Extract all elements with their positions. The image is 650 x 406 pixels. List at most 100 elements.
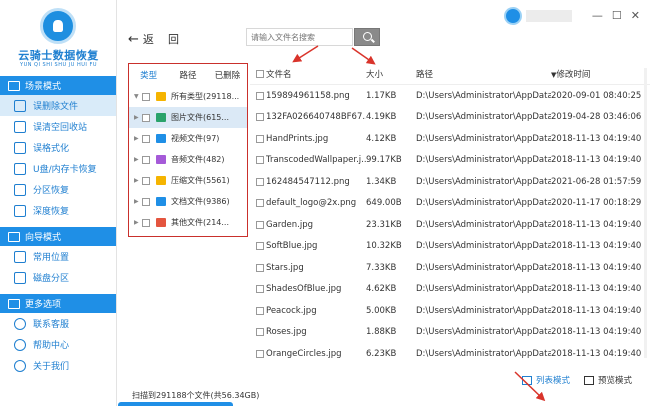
minimize-icon[interactable]: —	[592, 9, 603, 22]
row-checkbox[interactable]	[256, 199, 264, 208]
file-name: 132FA026640748BF67...	[266, 112, 366, 123]
sidebar-item-recycle-bin[interactable]: 误清空回收站	[0, 116, 116, 137]
sidebar-item-help-center[interactable]: 帮助中心	[0, 334, 116, 355]
file-list-header: 文件名 大小 路径 ▼修改时间	[250, 63, 650, 85]
sidebar-item-partition[interactable]: 分区恢复	[0, 179, 116, 200]
table-row[interactable]: 132FA026640748BF67... 4.19KB D:\Users\Admi…	[250, 107, 650, 129]
file-size: 7.33KB	[366, 262, 397, 273]
column-header-path[interactable]: 路径	[416, 68, 551, 80]
category-checkbox[interactable]	[142, 176, 150, 185]
other-files-icon	[156, 218, 166, 227]
preview-view-button[interactable]: 预览模式	[584, 374, 632, 386]
row-checkbox[interactable]	[256, 220, 264, 229]
table-row[interactable]: GreenBubbles.jpg6.36KBD:\Users\Administr…	[250, 365, 650, 370]
table-row[interactable]: 162484547112.png 1.34KB D:\Users\Administr…	[250, 171, 650, 193]
tab-deleted[interactable]: 已删除	[208, 69, 247, 81]
category-checkbox[interactable]	[142, 92, 150, 101]
category-checkbox[interactable]	[142, 113, 150, 122]
table-row[interactable]: Stars.jpg 7.33KB D:\Users\Administrator\Ap…	[250, 257, 650, 279]
row-checkbox[interactable]	[256, 263, 264, 272]
category-item[interactable]: ▶ 视频文件(97)	[129, 128, 247, 149]
file-size: 4.19KB	[366, 112, 397, 123]
file-name: Roses.jpg	[266, 327, 307, 338]
row-checkbox[interactable]	[256, 328, 264, 337]
table-row[interactable]: Roses.jpg 1.88KB D:\Users\Administrator\Ap…	[250, 322, 650, 344]
user-avatar-icon[interactable]	[504, 7, 522, 25]
sidebar-item-about-us[interactable]: 关于我们	[0, 355, 116, 376]
expand-icon[interactable]: ▶	[134, 114, 142, 121]
row-checkbox[interactable]	[256, 113, 264, 122]
row-checkbox[interactable]	[256, 242, 264, 251]
column-header-name[interactable]: 文件名	[266, 68, 366, 80]
row-checkbox[interactable]	[256, 91, 264, 100]
category-item[interactable]: ▶ 音频文件(482)	[129, 149, 247, 170]
file-path: D:\Users\Administrator\AppData...	[416, 112, 551, 123]
category-label: 视频文件(97)	[171, 134, 220, 143]
sidebar-item-disk-partition[interactable]: 磁盘分区	[0, 267, 116, 288]
tab-path[interactable]: 路径	[168, 69, 207, 81]
expand-icon[interactable]: ▶	[134, 198, 142, 205]
category-checkbox[interactable]	[142, 197, 150, 206]
category-item[interactable]: ▶ 图片文件(615...	[129, 107, 247, 128]
category-checkbox[interactable]	[142, 134, 150, 143]
column-header-time[interactable]: ▼修改时间	[551, 68, 650, 80]
sidebar-item-common-locations[interactable]: 常用位置	[0, 246, 116, 267]
row-checkbox[interactable]	[256, 306, 264, 315]
scrollbar[interactable]	[644, 68, 647, 358]
table-row[interactable]: 159894961158.png 1.17KB D:\Users\Administr…	[250, 85, 650, 107]
file-size: 5.00KB	[366, 305, 397, 316]
close-icon[interactable]: ✕	[631, 9, 640, 22]
category-item[interactable]: ▼ 所有类型(29118...	[129, 86, 247, 107]
column-header-size[interactable]: 大小	[366, 68, 416, 80]
list-view-button[interactable]: 列表模式	[522, 374, 570, 386]
recycle-bin-icon	[14, 120, 26, 133]
search-icon[interactable]	[354, 28, 380, 46]
category-item[interactable]: ▶ 文档文件(9386)	[129, 191, 247, 212]
table-row[interactable]: Peacock.jpg 5.00KB D:\Users\Administrator\…	[250, 300, 650, 322]
section-header-more-options: 更多选项	[0, 294, 116, 313]
file-path: D:\Users\Administrator\AppData...	[416, 348, 551, 359]
table-row[interactable]: OrangeCircles.jpg 6.23KB D:\Users\Administ…	[250, 343, 650, 365]
category-item[interactable]: ▶ 压缩文件(5561)	[129, 170, 247, 191]
archive-icon	[156, 176, 166, 185]
row-checkbox[interactable]	[256, 177, 264, 186]
row-checkbox[interactable]	[256, 349, 264, 358]
table-row[interactable]: HandPrints.jpg 4.12KB D:\Users\Administrat…	[250, 128, 650, 150]
row-checkbox[interactable]	[256, 285, 264, 294]
table-row[interactable]: ShadesOfBlue.jpg 4.62KB D:\Users\Administr…	[250, 279, 650, 301]
table-row[interactable]: default_logo@2x.png 649.00B D:\Users\Admin…	[250, 193, 650, 215]
expand-icon[interactable]: ▶	[134, 177, 142, 184]
category-label: 图片文件(615...	[171, 113, 230, 122]
sidebar-item-deleted-files[interactable]: 误删除文件	[0, 95, 116, 116]
grid-view-icon	[584, 375, 594, 385]
sidebar-item-usb-card[interactable]: U盘/内存卡恢复	[0, 158, 116, 179]
category-tabs: 类型 路径 已删除	[129, 64, 247, 86]
sidebar-item-format[interactable]: 误格式化	[0, 137, 116, 158]
tab-type[interactable]: 类型	[129, 69, 168, 81]
expand-icon[interactable]: ▶	[134, 156, 142, 163]
sidebar-item-contact-support[interactable]: 联系客服	[0, 313, 116, 334]
row-checkbox[interactable]	[256, 156, 264, 165]
format-icon	[14, 141, 26, 154]
sidebar-item-deep-recovery[interactable]: 深度恢复	[0, 200, 116, 221]
select-all-checkbox[interactable]	[256, 69, 264, 78]
sidebar: 云骑士数据恢复 YUN QI SHI SHU JU HUI FU 场景模式 误删…	[0, 0, 117, 406]
expand-icon[interactable]: ▼	[134, 93, 142, 100]
category-checkbox[interactable]	[142, 155, 150, 164]
expand-icon[interactable]: ▶	[134, 219, 142, 226]
category-checkbox[interactable]	[142, 218, 150, 227]
file-size: 4.62KB	[366, 284, 397, 295]
category-item[interactable]: ▶ 其他文件(214...	[129, 212, 247, 233]
recover-button-edge[interactable]	[118, 402, 233, 406]
expand-icon[interactable]: ▶	[134, 135, 142, 142]
row-checkbox[interactable]	[256, 134, 264, 143]
home-button[interactable]: 回	[168, 31, 179, 47]
maximize-icon[interactable]: ☐	[612, 9, 622, 22]
table-row[interactable]: SoftBlue.jpg 10.32KB D:\Users\Administrato…	[250, 236, 650, 258]
file-name: Garden.jpg	[266, 219, 314, 230]
back-button[interactable]: ← 返	[128, 31, 154, 47]
table-row[interactable]: TranscodedWallpaper.j... 99.17KB D:\Users\…	[250, 150, 650, 172]
search-input[interactable]	[246, 28, 353, 46]
table-row[interactable]: Garden.jpg 23.31KB D:\Users\Administrator\…	[250, 214, 650, 236]
file-name: 159894961158.png	[266, 90, 350, 101]
